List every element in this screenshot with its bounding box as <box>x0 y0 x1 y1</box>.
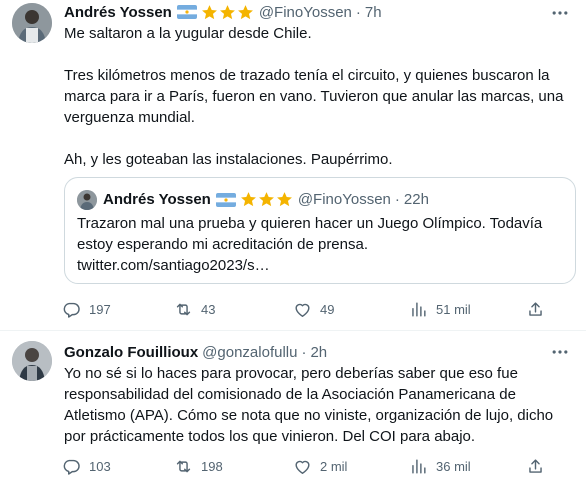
star-icon <box>201 4 217 19</box>
star-icon <box>276 192 292 207</box>
stars <box>201 4 255 21</box>
retweet-icon <box>176 303 191 315</box>
tweet[interactable]: Gonzalo Fouillioux @gonzalofullu · 2h Yo… <box>0 331 586 488</box>
tweet-text-paragraph: Me saltaron a la yugular desde Chile. <box>64 25 312 42</box>
quoted-text: Trazaron mal una prueba y quieren hacer … <box>77 213 565 276</box>
tweet-header: Andrés Yossen @FinoYossen · 7h <box>64 2 382 22</box>
quoted-tweet[interactable]: Andrés Yossen @FinoYossen · 22h Trazaron… <box>64 177 576 284</box>
tweet-actions: 197 43 49 51 mil <box>56 293 582 325</box>
retweet-icon <box>176 460 191 472</box>
quoted-text-body: Trazaron mal una prueba y quieren hacer … <box>77 215 543 253</box>
author-handle[interactable]: @FinoYossen <box>259 4 352 21</box>
quoted-timestamp: 22h <box>403 191 429 208</box>
views-button[interactable]: 36 mil <box>409 450 471 482</box>
like-button[interactable]: 2 mil <box>293 450 347 482</box>
more-icon[interactable] <box>550 3 570 23</box>
reply-count: 197 <box>89 301 111 317</box>
separator-dot: · <box>394 191 400 208</box>
share-button[interactable] <box>526 450 545 482</box>
quoted-handle: @FinoYossen <box>297 191 391 208</box>
like-count: 49 <box>320 301 335 317</box>
share-icon <box>529 301 542 316</box>
views-button[interactable]: 51 mil <box>409 293 471 325</box>
separator-dot: · <box>301 343 307 361</box>
tweet-header: Gonzalo Fouillioux @gonzalofullu · 2h <box>64 342 327 362</box>
stars <box>240 191 294 208</box>
retweet-count: 198 <box>201 458 223 474</box>
quoted-header: Andrés Yossen @FinoYossen · 22h <box>103 189 429 210</box>
reply-count: 103 <box>89 458 111 474</box>
tweet-text: Yo no sé si lo haces para provocar, pero… <box>64 363 574 447</box>
star-icon <box>219 4 235 19</box>
views-icon <box>412 458 426 474</box>
retweet-button[interactable]: 198 <box>174 450 223 482</box>
tweet[interactable]: Andrés Yossen @FinoYossen · 7h Me saltar… <box>0 0 586 330</box>
views-count: 36 mil <box>436 458 471 474</box>
star-icon <box>258 192 274 207</box>
like-count: 2 mil <box>320 458 348 474</box>
star-icon <box>237 4 253 19</box>
views-icon <box>412 301 426 317</box>
like-icon <box>295 303 310 317</box>
share-icon <box>529 458 542 473</box>
quoted-author-name: Andrés Yossen <box>103 191 211 208</box>
tweet-actions: 103 198 2 mil 36 mil <box>56 450 582 482</box>
tweet-text: Me saltaron a la yugular desde Chile. Tr… <box>64 23 574 170</box>
separator-dot: · <box>355 3 361 21</box>
reply-icon <box>63 302 80 318</box>
reply-icon <box>63 459 80 475</box>
more-icon[interactable] <box>550 342 570 362</box>
argentina-flag-icon <box>176 5 197 19</box>
author-name[interactable]: Andrés Yossen <box>64 4 172 21</box>
timestamp[interactable]: 7h <box>365 4 382 21</box>
share-button[interactable] <box>526 293 545 325</box>
tweet-text-paragraph: Ah, y les goteaban las instalaciones. Pa… <box>64 151 393 168</box>
argentina-flag-icon <box>215 192 236 207</box>
author-handle[interactable]: @gonzalofullu <box>202 344 297 361</box>
like-button[interactable]: 49 <box>293 293 334 325</box>
quoted-link[interactable]: twitter.com/santiago2023/s… <box>77 257 270 274</box>
views-count: 51 mil <box>436 301 471 317</box>
retweet-button[interactable]: 43 <box>174 293 215 325</box>
timestamp[interactable]: 2h <box>310 344 327 361</box>
retweet-count: 43 <box>201 301 216 317</box>
tweet-text-paragraph: Tres kilómetros menos de trazado tenía e… <box>64 67 564 126</box>
author-name[interactable]: Gonzalo Fouillioux <box>64 344 198 361</box>
star-icon <box>240 192 256 207</box>
tweet-text-paragraph: Yo no sé si lo haces para provocar, pero… <box>64 365 554 445</box>
avatar[interactable] <box>12 3 52 43</box>
like-icon <box>295 460 310 474</box>
reply-button[interactable]: 197 <box>62 293 111 325</box>
reply-button[interactable]: 103 <box>62 450 111 482</box>
quoted-avatar <box>77 190 97 210</box>
avatar[interactable] <box>12 341 52 381</box>
